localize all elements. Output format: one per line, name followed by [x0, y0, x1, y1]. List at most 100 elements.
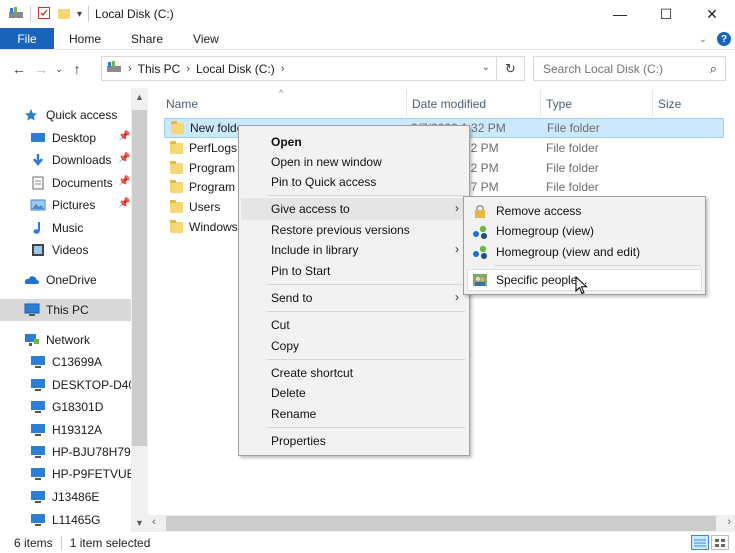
chevron-right-icon[interactable]: › [281, 63, 285, 75]
breadcrumb-this-pc[interactable]: This PC [138, 62, 181, 76]
sidebar-item-label: L11465G [52, 513, 101, 527]
menu-item-cut[interactable]: Cut [271, 315, 290, 335]
column-header-size[interactable]: Size [658, 94, 681, 114]
menu-item-properties[interactable]: Properties [271, 431, 326, 451]
properties-icon[interactable] [37, 6, 51, 23]
address-bar[interactable]: › This PC › Local Disk (C:) › ⌄ ↻ [101, 56, 525, 81]
menu-item-open-in-new-window[interactable]: Open in new window [271, 152, 382, 172]
refresh-icon[interactable]: ↻ [496, 57, 524, 80]
computer-icon [30, 355, 46, 369]
separator [88, 6, 90, 22]
sidebar-item-computer[interactable]: HP-BJU78H79BE [30, 441, 131, 463]
pin-icon[interactable]: 📌 [118, 176, 130, 187]
menu-item-copy[interactable]: Copy [271, 336, 299, 356]
menu-separator [267, 284, 465, 285]
status-bar: 6 items 1 item selected [0, 532, 735, 553]
pin-icon[interactable]: 📌 [118, 131, 130, 142]
pin-icon[interactable]: 📌 [118, 198, 130, 209]
sidebar-item-label: Network [46, 333, 91, 347]
breadcrumb-local-disk[interactable]: Local Disk (C:) [196, 62, 275, 76]
navigation-pane-scrollbar[interactable]: ▲ ▼ [131, 88, 148, 532]
search-input[interactable]: Search Local Disk (C:) ⌕ [533, 56, 726, 81]
menu-item-homegroup-view-and-edit[interactable]: Homegroup (view and edit) [496, 242, 640, 262]
pin-icon[interactable]: 📌 [118, 153, 130, 164]
scroll-left-icon[interactable]: ‹ [152, 516, 156, 528]
forward-arrow-icon[interactable]: → [30, 61, 52, 77]
drive-icon [106, 60, 122, 77]
sidebar-item-network[interactable]: Network [24, 329, 148, 351]
column-header-date-modified[interactable]: Date modified [412, 94, 486, 114]
minimize-button[interactable]: — [597, 0, 643, 28]
tab-home[interactable]: Home [54, 28, 116, 49]
chevron-down-icon[interactable]: ⌄ [482, 62, 490, 73]
sidebar-item-label: OneDrive [46, 273, 97, 287]
column-header-name[interactable]: Name [166, 94, 198, 114]
scrollbar-thumb[interactable] [166, 516, 716, 531]
help-icon[interactable]: ? [717, 32, 731, 46]
separator [30, 6, 31, 22]
tab-view[interactable]: View [178, 28, 234, 49]
computer-icon [30, 378, 46, 392]
menu-item-remove-access[interactable]: Remove access [496, 201, 581, 221]
tab-share[interactable]: Share [116, 28, 178, 49]
close-button[interactable]: ✕ [689, 0, 735, 28]
folder-icon [170, 199, 183, 213]
menu-item-pin-to-start[interactable]: Pin to Start [271, 261, 330, 281]
menu-item-delete[interactable]: Delete [271, 383, 306, 403]
back-arrow-icon[interactable]: ← [8, 61, 30, 77]
chevron-right-icon: › [455, 242, 459, 256]
separator [60, 535, 62, 550]
horizontal-scrollbar[interactable]: ‹ › [148, 515, 735, 532]
navigation-pane: Quick access Desktop 📌 Downloads 📌 Docum… [0, 88, 148, 532]
tab-file[interactable]: File [0, 28, 54, 49]
file-name: Users [189, 200, 221, 214]
maximize-button[interactable]: ☐ [643, 0, 689, 28]
expand-ribbon-icon[interactable]: ⌄ [699, 34, 707, 45]
new-folder-icon[interactable] [57, 6, 71, 23]
large-icons-view-icon[interactable] [711, 535, 729, 550]
recent-locations-icon[interactable]: ⌄ [52, 64, 66, 75]
computer-icon [30, 423, 46, 437]
folder-icon [170, 219, 183, 233]
menu-item-give-access-to[interactable]: Give access to [271, 199, 350, 219]
file-type: File folder [546, 161, 599, 175]
chevron-right-icon[interactable]: › [128, 63, 132, 75]
column-divider[interactable] [540, 90, 541, 116]
desktop-icon [30, 131, 46, 145]
menu-item-homegroup-view[interactable]: Homegroup (view) [496, 221, 594, 241]
sidebar-item-label: DESKTOP-D40ER [52, 378, 131, 392]
sidebar-item-computer[interactable]: DESKTOP-D40ER [30, 374, 131, 396]
column-header-type[interactable]: Type [546, 94, 572, 114]
column-divider[interactable] [406, 90, 407, 116]
homegroup-icon [472, 224, 488, 240]
people-icon [472, 272, 488, 288]
menu-item-rename[interactable]: Rename [271, 404, 316, 424]
menu-item-include-in-library[interactable]: Include in library [271, 240, 358, 260]
computer-icon [30, 467, 46, 481]
scroll-down-icon[interactable]: ▼ [131, 518, 148, 528]
scrollbar-thumb[interactable] [132, 110, 147, 446]
sidebar-item-onedrive[interactable]: OneDrive [24, 269, 148, 291]
menu-item-specific-people[interactable]: Specific people... [496, 270, 587, 290]
column-divider[interactable] [652, 90, 653, 116]
sidebar-item-label: Quick access [46, 108, 118, 122]
search-icon[interactable]: ⌕ [710, 61, 717, 77]
menu-item-pin-to-quick-access[interactable]: Pin to Quick access [271, 172, 376, 192]
scroll-right-icon[interactable]: › [727, 516, 731, 528]
menu-item-restore-previous-versions[interactable]: Restore previous versions [271, 220, 410, 240]
chevron-right-icon[interactable]: › [186, 63, 190, 75]
scroll-up-icon[interactable]: ▲ [131, 92, 148, 102]
details-view-icon[interactable] [691, 535, 709, 550]
menu-item-create-shortcut[interactable]: Create shortcut [271, 363, 353, 383]
sidebar-item-this-pc[interactable]: This PC [0, 299, 131, 321]
sidebar-item-quick-access[interactable]: Quick access [24, 104, 148, 126]
sidebar-item-label: Downloads [52, 153, 112, 167]
ribbon-tabs: File Home Share View ⌄ ? [0, 28, 735, 50]
up-arrow-icon[interactable]: ↑ [66, 61, 88, 77]
customize-toolbar-icon[interactable]: ▾ [77, 9, 82, 20]
folder-icon [170, 160, 183, 174]
sidebar-item-computer[interactable]: HP-P9FETVUBI4L [30, 463, 131, 485]
menu-item-send-to[interactable]: Send to [271, 288, 312, 308]
drive-icon[interactable] [8, 6, 24, 23]
menu-item-open[interactable]: Open [271, 132, 302, 152]
